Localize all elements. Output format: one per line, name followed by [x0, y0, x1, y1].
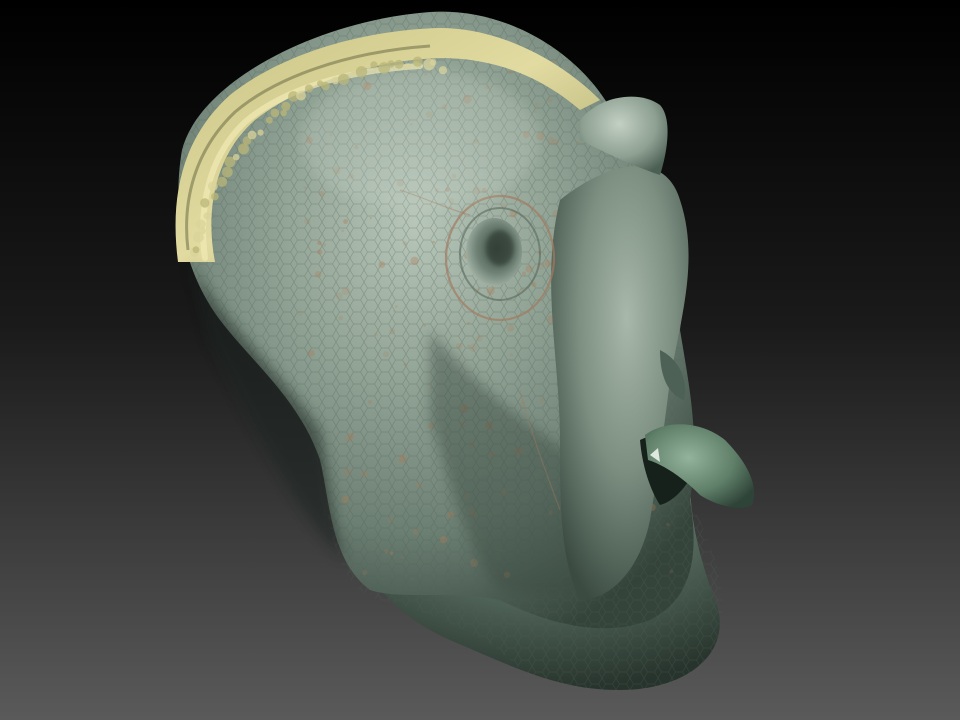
- skin-speckle: [410, 256, 419, 266]
- skin-speckle: [525, 265, 533, 273]
- crest-bump: [387, 60, 395, 68]
- skin-speckle: [413, 528, 420, 536]
- crest-bump: [321, 81, 330, 91]
- skin-speckle: [534, 110, 537, 113]
- crest-bump: [429, 59, 437, 66]
- skin-speckle: [384, 549, 389, 554]
- scene-canvas: [0, 0, 960, 720]
- crest-bump: [221, 166, 233, 178]
- skin-speckle: [440, 536, 448, 544]
- skin-speckle: [544, 259, 552, 268]
- crest-bump: [270, 108, 280, 118]
- skin-speckle: [470, 558, 479, 568]
- skin-speckle: [534, 102, 540, 108]
- skin-speckle: [547, 136, 554, 144]
- skin-speckle: [389, 551, 394, 556]
- crest-bump: [296, 90, 306, 101]
- skin-speckle: [455, 342, 463, 350]
- skin-speckle: [395, 305, 398, 308]
- skin-speckle: [530, 258, 534, 262]
- crest-bump: [257, 129, 264, 136]
- crest-bump: [404, 63, 412, 70]
- crest-bump: [304, 84, 314, 93]
- skin-speckle: [378, 261, 386, 268]
- skin-speckle: [669, 569, 674, 574]
- crest-bump: [355, 66, 368, 78]
- skin-speckle: [485, 350, 488, 353]
- skin-speckle: [398, 454, 407, 463]
- skin-speckle: [297, 310, 303, 316]
- skin-speckle: [388, 517, 394, 523]
- skin-speckle: [362, 569, 368, 576]
- crest-bump: [337, 73, 350, 86]
- skin-speckle: [314, 271, 322, 278]
- crest-bump: [247, 130, 257, 140]
- skin-speckle: [383, 351, 390, 358]
- skin-speckle: [508, 70, 513, 75]
- crest-bump: [217, 176, 228, 187]
- crest-bump: [238, 143, 249, 155]
- viewport-3d[interactable]: [0, 0, 960, 720]
- crest-bump: [196, 219, 206, 230]
- skin-speckle: [343, 219, 349, 224]
- skin-speckle: [304, 217, 311, 225]
- crest-bump: [200, 198, 210, 208]
- crest-bump: [281, 101, 291, 111]
- skin-speckle: [540, 398, 544, 403]
- crest-bump: [331, 76, 340, 85]
- skin-speckle: [373, 332, 379, 337]
- skin-speckle: [347, 433, 354, 440]
- skin-speckle: [393, 309, 396, 313]
- skin-speckle: [447, 511, 455, 519]
- skin-speckle: [402, 241, 407, 246]
- skin-speckle: [343, 468, 352, 477]
- crest-bump: [192, 246, 200, 254]
- skin-speckle: [410, 578, 413, 581]
- skin-speckle: [403, 362, 407, 366]
- skin-speckle: [522, 271, 526, 276]
- crest-bump: [394, 59, 404, 69]
- skin-speckle: [432, 240, 435, 244]
- skin-speckle: [317, 249, 323, 255]
- crest-bump: [232, 153, 240, 161]
- skin-speckle: [547, 97, 553, 103]
- crest-bump: [211, 192, 219, 201]
- ear-hole-shadow: [486, 230, 514, 266]
- skin-speckle: [338, 315, 344, 321]
- skin-speckle: [341, 286, 351, 296]
- skin-speckle: [341, 229, 345, 233]
- forehead-highlight: [300, 70, 540, 210]
- skin-speckle: [303, 186, 307, 190]
- skin-speckle: [475, 335, 483, 342]
- skin-speckle: [335, 292, 343, 300]
- skin-speckle: [501, 202, 507, 208]
- skin-speckle: [467, 322, 470, 325]
- skin-speckle: [423, 324, 426, 327]
- skin-speckle: [416, 482, 422, 488]
- skin-speckle: [552, 59, 556, 64]
- skin-speckle: [361, 470, 368, 477]
- skin-speckle: [666, 522, 670, 527]
- crest-bump: [266, 116, 273, 124]
- skin-speckle: [389, 328, 396, 335]
- skin-speckle: [307, 349, 315, 357]
- crest-bump: [203, 212, 211, 220]
- skin-speckle: [341, 495, 350, 504]
- crest-bump: [370, 61, 378, 69]
- skin-speckle: [486, 286, 495, 295]
- skin-speckle: [317, 240, 322, 246]
- skin-speckle: [369, 217, 372, 220]
- skin-speckle: [318, 190, 325, 197]
- skin-speckle: [577, 141, 580, 145]
- skin-speckle: [467, 344, 470, 347]
- crest-bump: [208, 181, 218, 192]
- skin-speckle: [506, 324, 515, 332]
- skin-speckle: [469, 343, 478, 352]
- skin-speckle: [510, 353, 513, 357]
- skin-speckle: [322, 243, 327, 247]
- skin-speckle: [400, 556, 403, 559]
- skin-speckle: [566, 66, 570, 70]
- crest-bump: [412, 56, 423, 67]
- skin-speckle: [368, 400, 372, 404]
